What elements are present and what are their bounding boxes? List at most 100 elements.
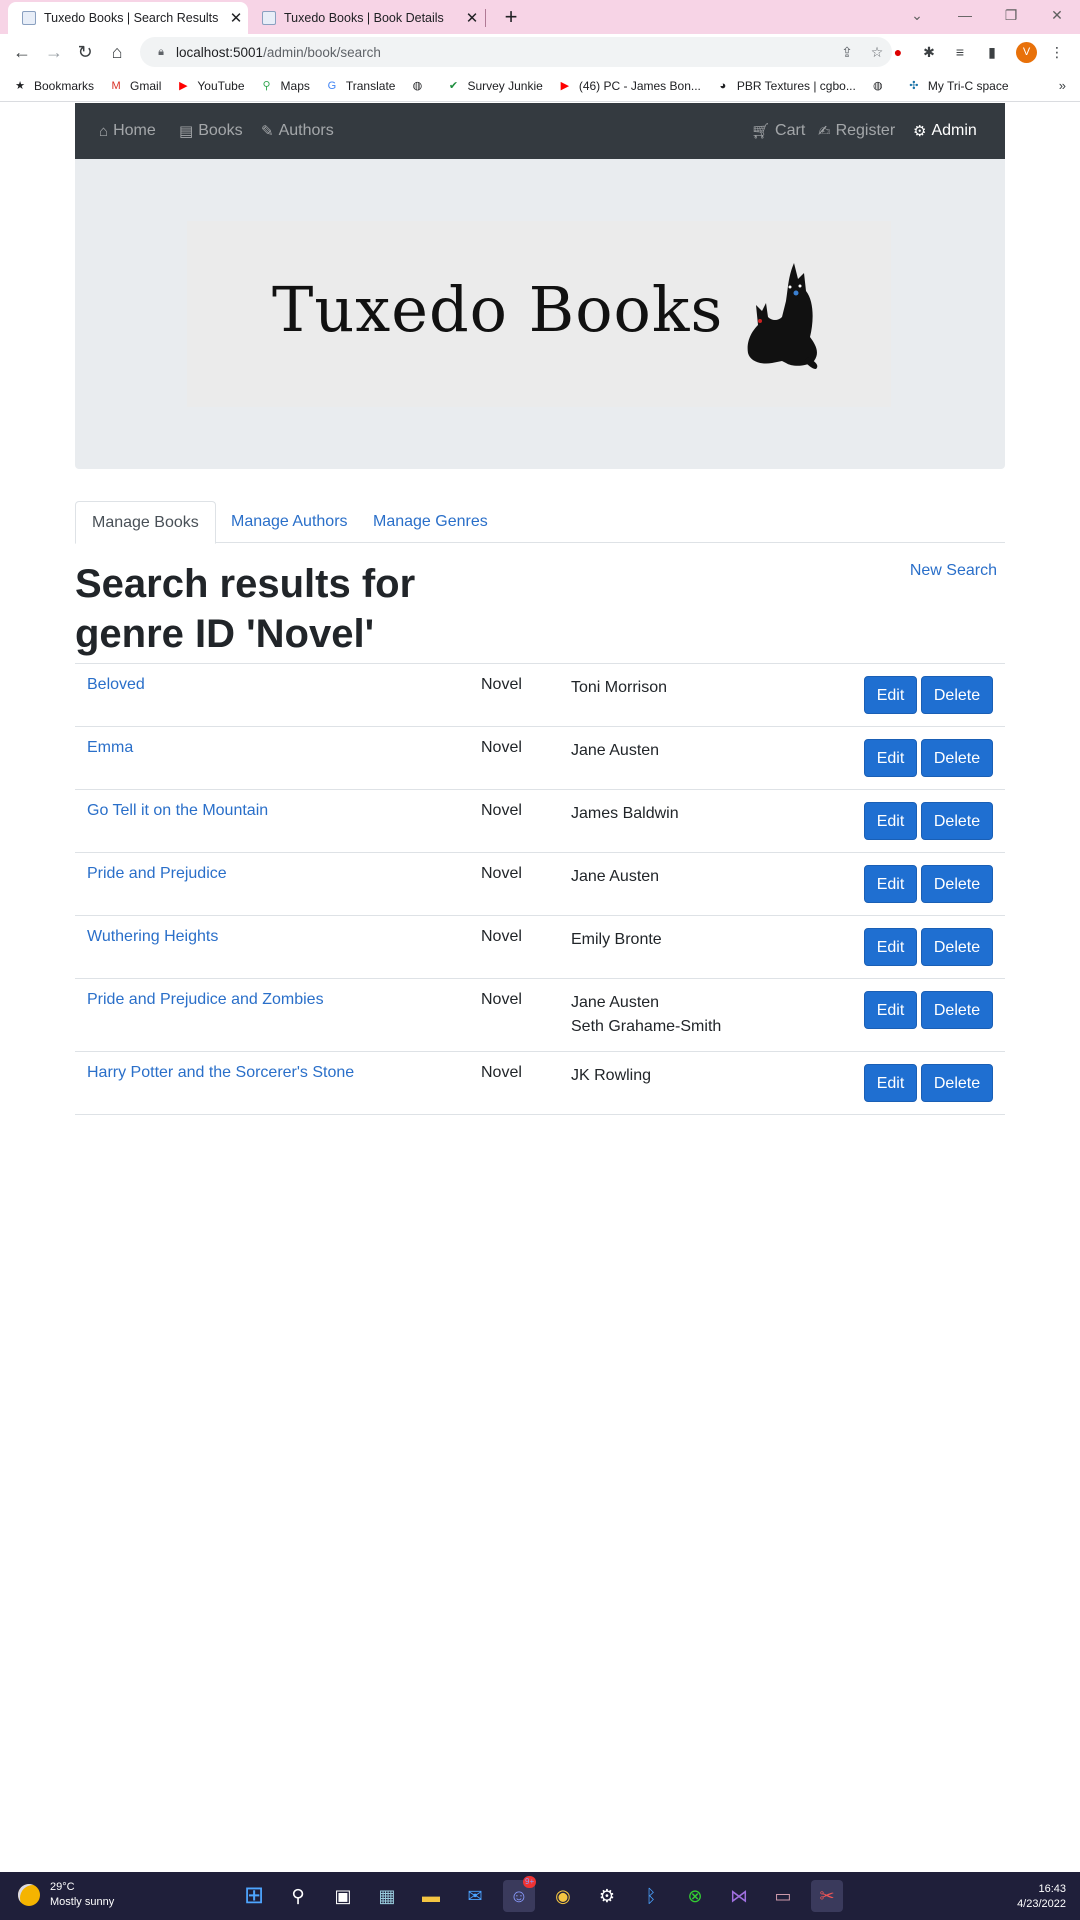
bookmarks-more-icon[interactable]: » [1059,78,1066,93]
bookmark-item[interactable]: ▶ (46) PC - James Bon... [557,79,701,93]
book-title-link[interactable]: Go Tell it on the Mountain [87,802,268,820]
bookmark-item[interactable]: ◍ [409,79,431,93]
reload-icon[interactable]: ↻ [71,38,99,66]
delete-button[interactable]: Delete [921,865,993,903]
bookmark-item[interactable]: ▶ YouTube [175,79,244,93]
bookmark-label: Translate [345,78,396,93]
discord-icon[interactable]: ☺ 9+ [503,1876,537,1912]
xbox-icon[interactable]: ⊗ [679,1880,711,1912]
file-explorer-icon[interactable]: ▬ [415,1880,447,1912]
book-genre: Novel [481,802,522,819]
bluetooth-icon[interactable]: ᛒ [635,1880,667,1912]
edit-button[interactable]: Edit [864,739,917,777]
weather-widget[interactable]: 29°C Mostly sunny [18,1880,114,1910]
book-title-link[interactable]: Beloved [87,676,145,694]
nav-home[interactable]: ⌂ Home [99,103,156,159]
book-title-link[interactable]: Pride and Prejudice and Zombies [87,991,324,1009]
book-title-link[interactable]: Emma [87,739,133,757]
windows-start-icon[interactable]: ⊞ [238,1880,270,1912]
bookmark-label: Maps [280,78,310,93]
book-title-link[interactable]: Pride and Prejudice [87,865,227,883]
nav-admin[interactable]: ⚙ Admin [913,103,977,159]
feather-icon: ✎ [261,123,274,140]
bookmark-item[interactable]: ✣ My Tri-C space [906,79,1008,93]
address-bar[interactable]: 🔒︎ localhost:5001/admin/book/search ⇪ ☆ [140,37,892,67]
reading-list-icon[interactable]: ≡ [950,42,970,62]
edit-button[interactable]: Edit [864,802,917,840]
tab-divider [485,9,486,27]
browser-tabstrip: Tuxedo Books | Search Results ✕ Tuxedo B… [0,0,1080,34]
table-row: Go Tell it on the Mountain Novel James Bal… [75,789,1005,852]
snipping-tool-icon[interactable]: ✂ [811,1880,843,1912]
chrome-icon[interactable]: ◉ [547,1880,579,1912]
book-title-link[interactable]: Harry Potter and the Sorcerer's Stone [87,1064,354,1082]
close-icon[interactable]: ✕ [460,9,484,27]
bookmark-item[interactable]: ⚲ Maps [259,79,310,93]
nav-register[interactable]: ✍ Register [818,103,895,159]
book-authors: Toni Morrison [571,676,667,700]
window-close-icon[interactable]: ✕ [1034,0,1080,30]
edit-button[interactable]: Edit [864,676,917,714]
nav-books[interactable]: ▤ Books [179,103,243,159]
bookmark-item[interactable]: ★ Bookmarks [12,79,94,93]
bookmark-label: Gmail [130,78,162,93]
minimize-icon[interactable]: — [942,0,988,30]
edit-button[interactable]: Edit [864,928,917,966]
browser-tab-search-results[interactable]: Tuxedo Books | Search Results ✕ [8,2,248,34]
tab-manage-genres[interactable]: Manage Genres [357,501,504,543]
new-search-link[interactable]: New Search [910,562,997,580]
delete-button[interactable]: Delete [921,739,993,777]
tab-manage-books[interactable]: Manage Books [75,501,216,544]
bookmark-item[interactable]: G Translate [324,79,396,93]
tab-manage-authors[interactable]: Manage Authors [215,501,364,543]
bookmark-item[interactable]: ◕ PBR Textures | cgbo... [715,79,856,93]
profile-avatar[interactable]: V [1016,42,1037,63]
bookmark-item[interactable]: ✔ Survey Junkie [445,79,543,93]
close-icon[interactable]: ✕ [224,9,248,27]
visual-studio-icon[interactable]: ⋈ [723,1880,755,1912]
restore-icon[interactable]: ❐ [988,0,1034,30]
delete-button[interactable]: Delete [921,928,993,966]
edit-button[interactable]: Edit [864,865,917,903]
terminal-icon[interactable]: ▭ [767,1880,799,1912]
url-text[interactable]: localhost:5001/admin/book/search [176,45,832,60]
gear-icon: ⚙ [913,123,927,140]
delete-button[interactable]: Delete [921,1064,993,1102]
share-icon[interactable]: ⇪ [832,44,862,61]
back-arrow-icon[interactable]: ← [8,38,36,66]
side-panel-icon[interactable]: ▮ [982,42,1002,62]
bookmark-label: (46) PC - James Bon... [578,78,701,93]
system-clock[interactable]: 16:43 4/23/2022 [1017,1882,1066,1912]
book-authors: JK Rowling [571,1064,651,1088]
delete-button[interactable]: Delete [921,676,993,714]
steam-icon[interactable]: ⚙ [591,1880,623,1912]
new-tab-button[interactable]: + [497,3,525,31]
tab-search-icon[interactable]: ⌄ [894,0,940,30]
adblock-icon[interactable]: ● [888,42,908,62]
mail-icon[interactable]: ✉ [459,1880,491,1912]
nav-cart[interactable]: 🛒︎ Cart [751,103,805,159]
book-authors: James Baldwin [571,802,679,826]
bookmark-item[interactable]: M Gmail [108,79,161,93]
delete-button[interactable]: Delete [921,802,993,840]
calculator-icon[interactable]: ▦ [371,1880,403,1912]
browser-tab-book-details[interactable]: Tuxedo Books | Book Details ✕ [248,2,484,34]
nav-authors[interactable]: ✎ Authors [261,103,334,159]
weather-condition: Mostly sunny [50,1896,115,1908]
author-name: James Baldwin [571,805,679,822]
cart-icon: 🛒︎ [751,123,771,140]
edit-button[interactable]: Edit [864,1064,917,1102]
nav-books-label: Books [198,122,243,139]
home-icon[interactable]: ⌂ [103,38,131,66]
edit-button[interactable]: Edit [864,991,917,1029]
logo-text: Tuxedo Books [272,273,724,346]
task-view-icon[interactable]: ▣ [327,1880,359,1912]
forward-arrow-icon[interactable]: → [40,38,68,66]
bookmark-item[interactable]: ◍ [870,79,892,93]
lock-icon: 🔒︎ [158,45,164,58]
extensions-puzzle-icon[interactable]: ✱ [919,42,939,62]
delete-button[interactable]: Delete [921,991,993,1029]
book-title-link[interactable]: Wuthering Heights [87,928,218,946]
search-icon[interactable]: ⚲ [282,1880,314,1912]
menu-dots-icon[interactable]: ⋮ [1047,42,1067,62]
